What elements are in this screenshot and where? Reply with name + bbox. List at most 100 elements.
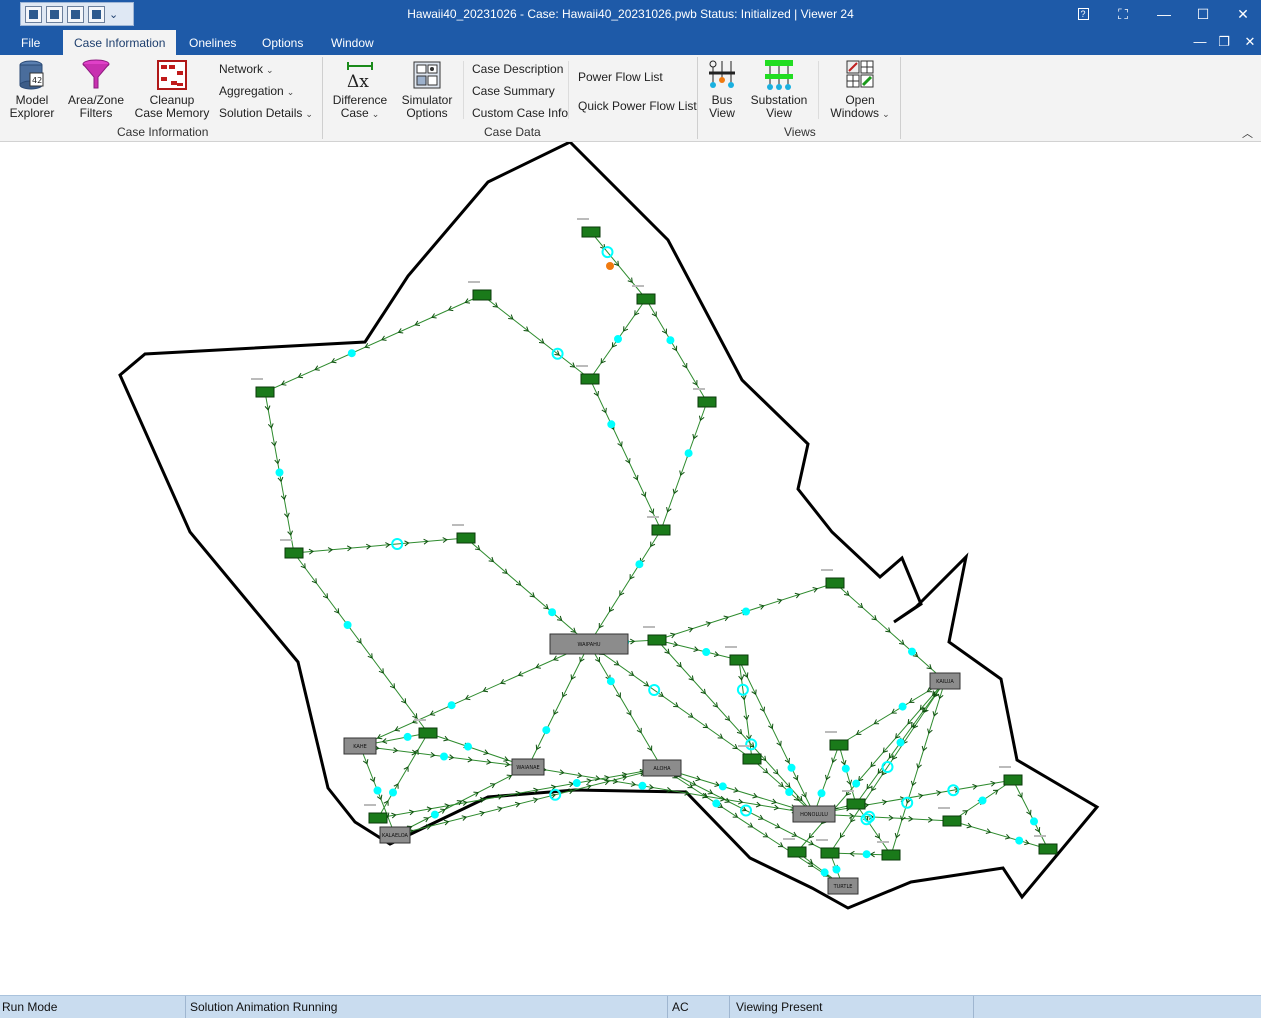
network-menu[interactable]: Network ⌄ [219, 62, 274, 76]
simulator-options-button[interactable]: Simulator Options [398, 59, 456, 120]
transmission-line [481, 294, 591, 380]
substation-view-button[interactable]: Substation View [748, 59, 810, 120]
solution-details-menu[interactable]: Solution Details ⌄ [219, 106, 313, 120]
bus-symbol [942, 815, 962, 827]
bus-label-mark [577, 218, 589, 220]
flow-indicator [712, 799, 721, 808]
transmission-line [465, 537, 590, 645]
bus-symbol [820, 847, 840, 859]
transmission-line [394, 767, 663, 836]
transmission-line [588, 643, 753, 760]
mdi-minimize-button[interactable]: — [1190, 33, 1210, 51]
group-label-case-data: Case Data [484, 125, 541, 139]
database-icon: 42 [17, 59, 47, 91]
chevron-down-icon: ⌄ [305, 109, 313, 119]
flow-indicator [742, 607, 750, 616]
simulator-options-label-2: Options [406, 106, 448, 120]
transmission-line [527, 643, 590, 768]
aggregation-label: Aggregation [219, 84, 284, 98]
chevron-down-icon: ⌄ [286, 87, 295, 97]
bus-label-mark [414, 719, 426, 721]
flow-indicator [852, 779, 861, 788]
tab-window[interactable]: Window [320, 30, 385, 55]
oneline-diagram-canvas[interactable]: WAIPAHU KAHE WAIANAE ALOHA HONOLULU KAILUA TUR… [0, 140, 1261, 995]
bus-symbol [472, 289, 492, 301]
bus-symbol [697, 396, 717, 408]
tab-case-information[interactable]: Case Information [63, 30, 177, 55]
mdi-close-button[interactable]: ✕ [1240, 33, 1260, 51]
inner-separator [463, 61, 464, 119]
status-empty [974, 996, 1261, 1018]
bus-label-mark [643, 626, 655, 628]
close-button[interactable]: ✕ [1232, 4, 1254, 24]
aggregation-menu[interactable]: Aggregation ⌄ [219, 84, 294, 98]
svg-text:42: 42 [32, 76, 42, 85]
title-bar: ⌄ Hawaii40_20231026 - Case: Hawaii40_202… [0, 0, 1261, 30]
case-description-button[interactable]: Case Description [472, 62, 563, 76]
flow-indicator [785, 788, 794, 796]
flow-indicator [666, 336, 675, 345]
fullscreen-icon[interactable]: ⛶ [1112, 4, 1134, 24]
flow-indicator [638, 781, 647, 790]
power-flow-list-button[interactable]: Power Flow List [578, 70, 663, 84]
minimize-button[interactable]: — [1153, 4, 1175, 24]
cleanup-case-memory-button[interactable]: Cleanup Case Memory [134, 59, 210, 120]
bus-symbol [368, 812, 388, 824]
ribbon: 42 Model Explorer Area/Zone Filters Clea… [0, 55, 1261, 142]
tab-onelines[interactable]: Onelines [178, 30, 247, 55]
flow-indicator [447, 701, 456, 710]
flow-indicator [635, 560, 644, 569]
solution-details-label: Solution Details [219, 106, 303, 120]
substation-label: KALAELOA [382, 833, 409, 839]
flow-indicator [403, 732, 412, 741]
group-separator [900, 57, 901, 139]
difference-case-button[interactable]: Δx Difference Case ⌄ [330, 59, 390, 121]
status-bar: Run Mode Solution Animation Running AC V… [0, 995, 1261, 1018]
cleanup-label-2: Case Memory [134, 106, 210, 120]
tab-file[interactable]: File [10, 30, 51, 55]
status-viewing: Viewing Present [730, 996, 974, 1018]
substation-label: KAILUA [936, 679, 954, 685]
case-summary-button[interactable]: Case Summary [472, 84, 555, 98]
quick-power-flow-list-button[interactable]: Quick Power Flow List [578, 99, 697, 113]
bus-symbol [255, 386, 275, 398]
flow-indicator [1030, 817, 1038, 826]
area-zone-filters-button[interactable]: Area/Zone Filters [66, 59, 126, 120]
transmission-line [855, 803, 892, 856]
substation-label: KAHE [353, 744, 367, 750]
maximize-button[interactable]: ☐ [1192, 4, 1214, 24]
bus-view-button[interactable]: Bus View [702, 59, 742, 120]
bus-label-mark [647, 516, 659, 518]
model-explorer-label-2: Explorer [9, 106, 55, 120]
flow-circles [275, 246, 1038, 877]
bus-label-mark [364, 804, 376, 806]
model-explorer-button[interactable]: 42 Model Explorer [6, 59, 58, 120]
bus-symbol [580, 373, 600, 385]
help-icon[interactable]: ? [1072, 4, 1094, 24]
flow-indicator [343, 621, 352, 629]
flow-indicator [702, 648, 711, 656]
svg-text:Δx: Δx [347, 72, 369, 91]
inner-separator [818, 61, 819, 119]
flow-indicator [1015, 836, 1024, 845]
flow-indicator [684, 449, 693, 458]
flow-indicator [347, 349, 356, 358]
bus-symbol [787, 846, 807, 858]
custom-case-info-button[interactable]: Custom Case Info [472, 106, 568, 120]
bus-symbol [829, 739, 849, 751]
memory-chip-icon [157, 59, 187, 91]
bus-label-mark [468, 281, 480, 283]
flow-indicator [542, 726, 551, 735]
delta-x-icon: Δx [345, 59, 375, 92]
substation-icon [764, 59, 794, 91]
collapse-ribbon-icon[interactable]: ︿ [1242, 125, 1253, 141]
flow-indicator [832, 865, 841, 874]
group-separator [322, 57, 323, 139]
bus-symbol [418, 727, 438, 739]
tab-options[interactable]: Options [251, 30, 314, 55]
chevron-down-icon: ⌄ [371, 109, 380, 119]
flow-indicator [896, 738, 905, 747]
mdi-restore-button[interactable]: ❐ [1214, 33, 1234, 51]
bus-symbol [742, 753, 762, 765]
open-windows-button[interactable]: Open Windows ⌄ [826, 59, 894, 121]
